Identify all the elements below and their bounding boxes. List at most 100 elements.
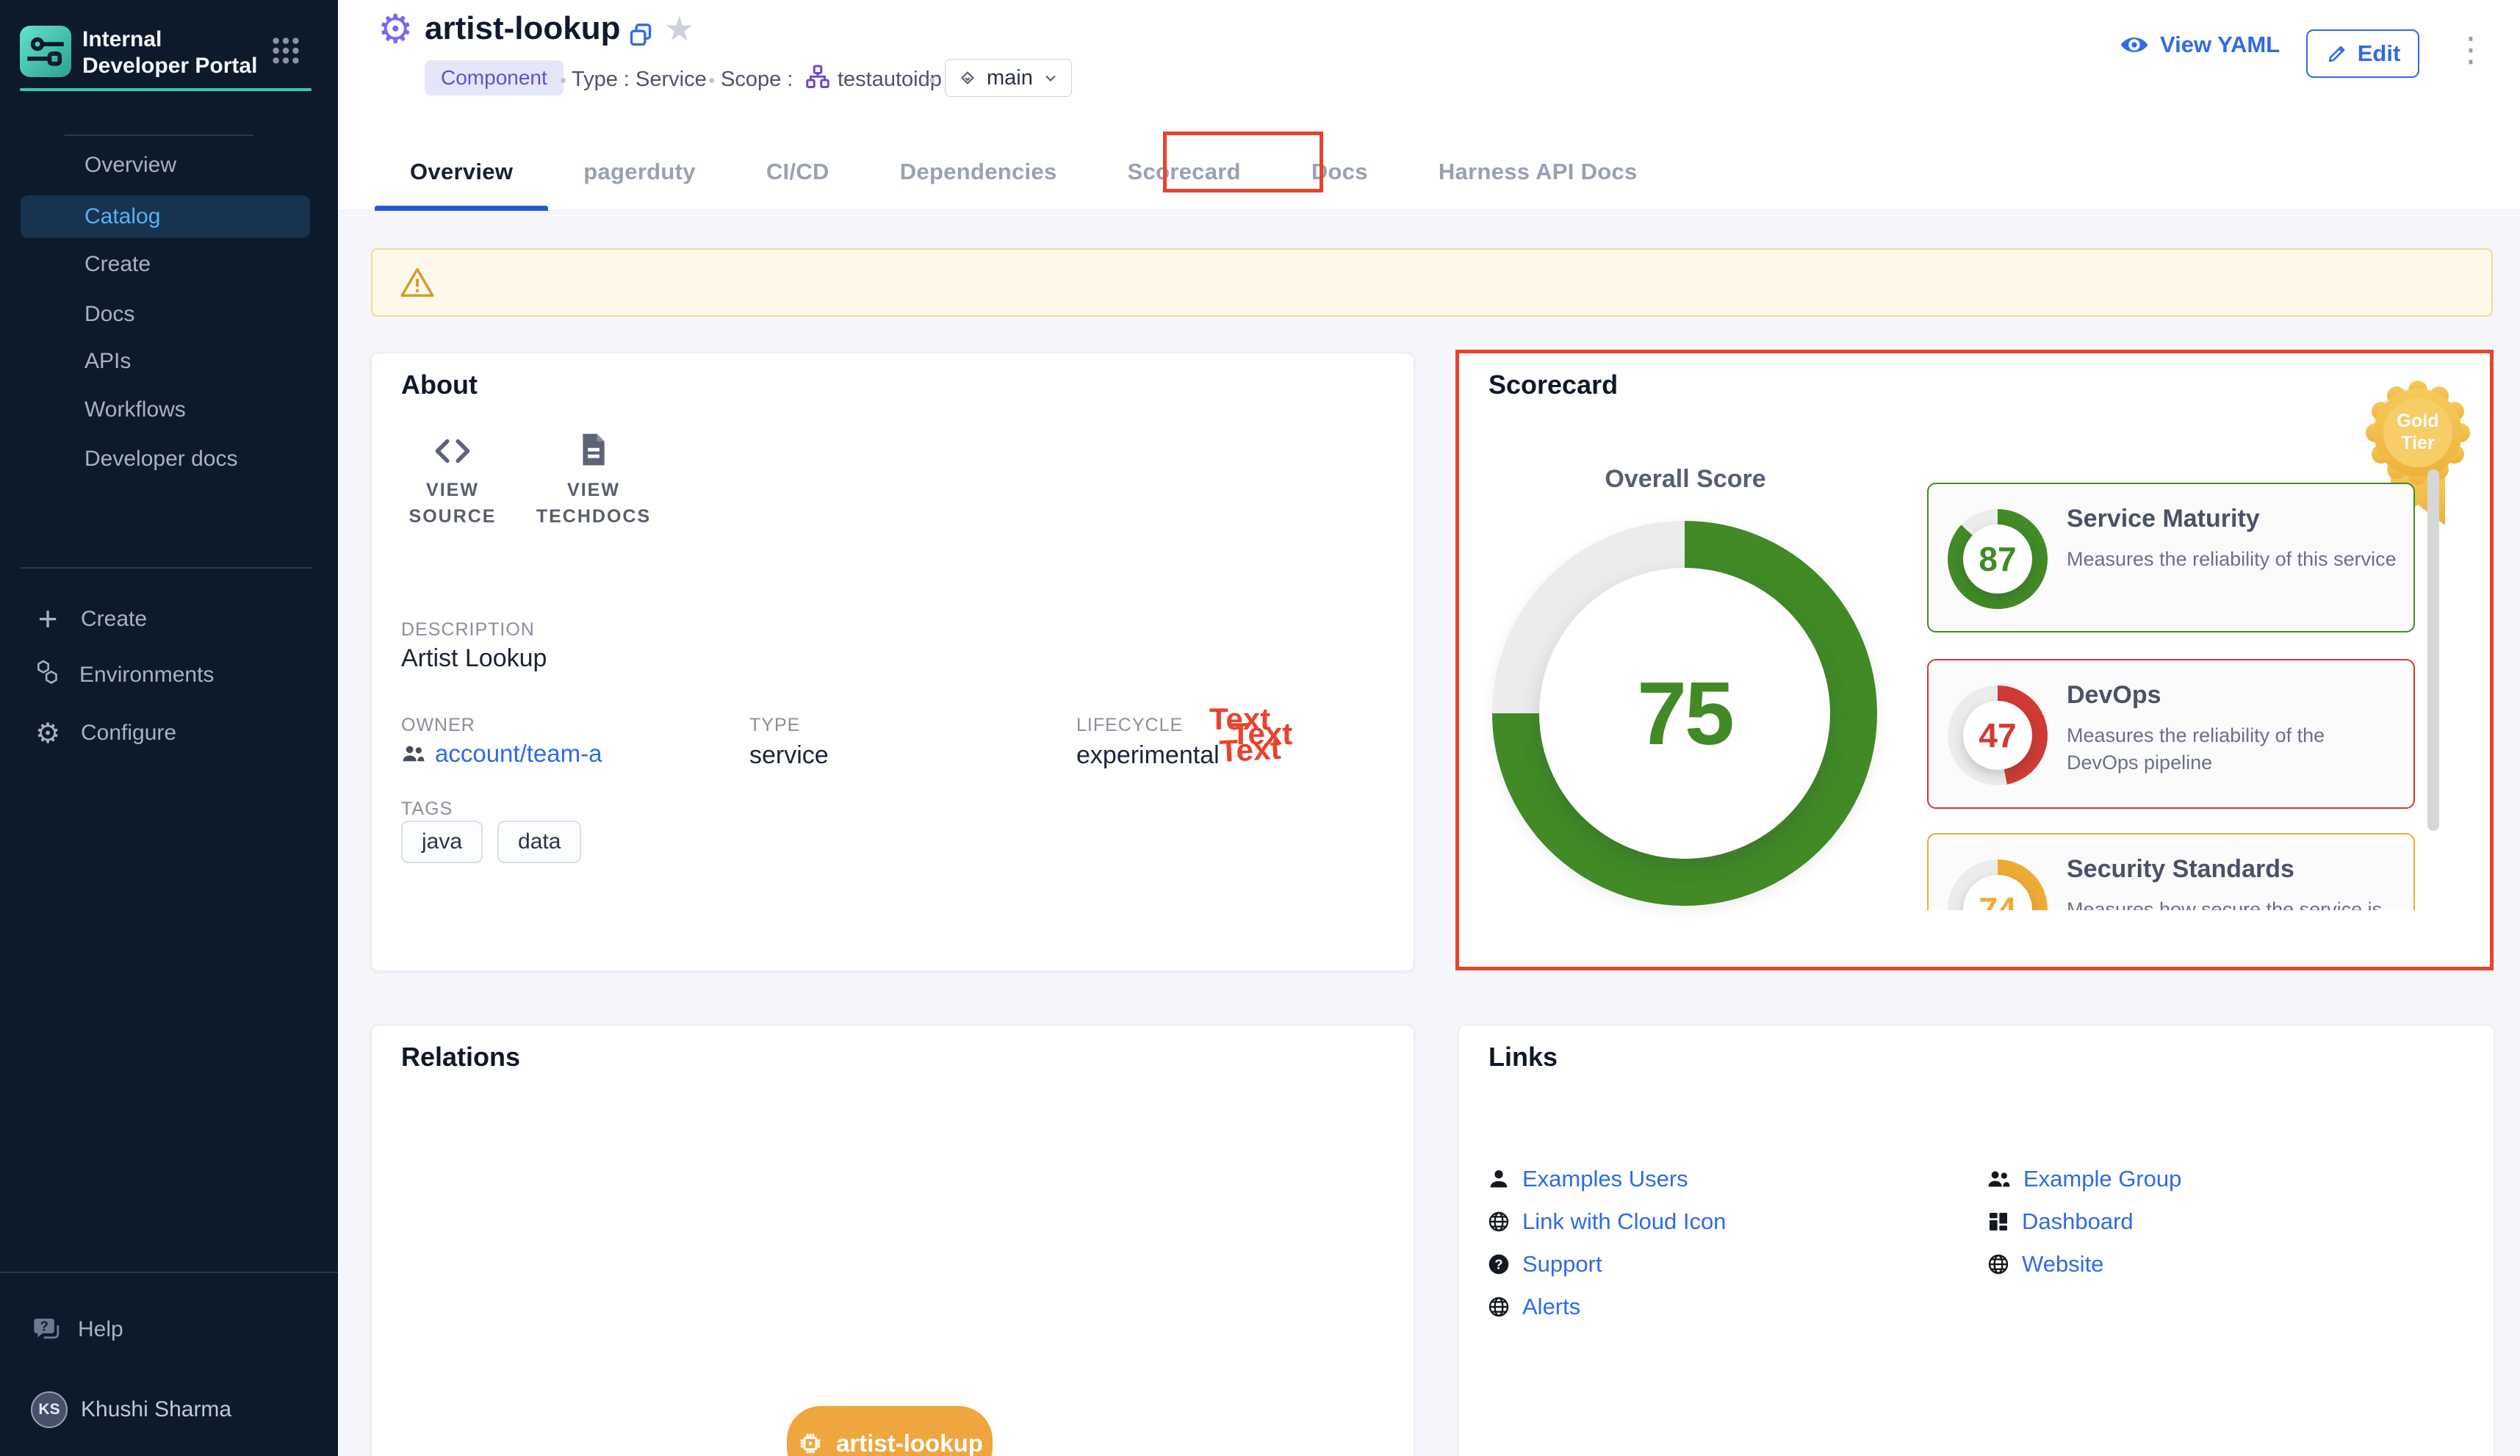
scorecard-tab-annotation-box [1163,131,1323,192]
link-label: Example Group [2023,1166,2181,1192]
warning-triangle-icon [399,264,436,305]
view-techdocs-label-2: TECHDOCS [528,503,660,530]
entity-tabs: OverviewpagerdutyCI/CDDependenciesScorec… [375,132,1673,211]
sidebar-item-label: Create [84,252,151,277]
tab-pagerduty[interactable]: pagerduty [548,132,731,211]
view-source-button[interactable]: VIEW SOURCE [401,430,504,530]
footer-divider [0,1272,338,1273]
link-support[interactable]: ? Support [1487,1247,1726,1281]
tab-harness-api-docs[interactable]: Harness API Docs [1403,132,1673,211]
svg-text:?: ? [1494,1257,1502,1272]
plus-icon: + [32,603,63,636]
links-column-left: Examples Users Link with Cloud Icon? Suppo… [1487,1162,1726,1324]
tags-label: TAGS [401,799,453,820]
metric-gauge-inner: 47 [1963,701,2032,770]
metric-score-value: 74 [1979,890,2016,910]
view-techdocs-button[interactable]: VIEW TECHDOCS [528,430,660,530]
relations-title: Relations [401,1042,520,1073]
sidebar-item-help[interactable]: ? Help [21,1308,310,1352]
link-alerts[interactable]: Alerts [1487,1290,1726,1324]
copy-icon[interactable] [626,21,655,54]
sidebar-item-label: Catalog [84,204,160,229]
owner-link[interactable]: account/team-a [401,740,602,768]
link-label: Support [1522,1251,1602,1277]
metric-gauge-inner: 87 [1963,525,2032,594]
tag-chip-java[interactable]: java [401,821,483,863]
nav-divider [65,134,253,136]
entity-scope-value: testautoidp [838,68,942,92]
app-title: Internal Developer Portal [82,26,259,79]
sidebar-item-label: Workflows [84,397,186,422]
gear-icon: ⚙ [32,717,63,750]
sidebar-item-overview[interactable]: Overview [21,144,310,187]
docs-icon [528,430,660,477]
separator-dot [929,69,935,92]
tab-label: pagerduty [583,159,696,185]
link-example-group[interactable]: Example Group [1987,1162,2181,1196]
relations-card: Relations artist-lookup [371,1025,1414,1456]
link-link-with-cloud-icon[interactable]: Link with Cloud Icon [1487,1205,1726,1239]
help-label: Help [78,1317,123,1342]
scorecard-metric-devops[interactable]: 47DevOpsMeasures the reliability of the … [1927,659,2415,809]
link-website[interactable]: Website [1987,1247,2181,1281]
description-label: DESCRIPTION [401,619,535,641]
branch-selector[interactable]: main [945,59,1072,97]
kebab-menu-icon[interactable]: ⋮ [2454,29,2488,69]
favorite-star-icon[interactable]: ★ [664,9,694,48]
sidebar-item-configure[interactable]: ⚙ Configure [21,710,310,756]
tab-label: Dependencies [900,159,1057,185]
tab-ci-cd[interactable]: CI/CD [731,132,865,211]
entity-gear-icon: ⚙ [378,7,413,51]
circuit-icon [21,27,70,76]
page-title: artist-lookup [425,10,620,47]
sidebar-item-create[interactable]: +Create [21,597,310,642]
entity-scope-label: Scope : [721,68,793,92]
about-title: About [401,370,478,400]
separator-dot [708,69,715,92]
scorecard-scrollbar[interactable] [2427,469,2439,831]
link-examples-users[interactable]: Examples Users [1487,1162,1726,1196]
group-icon [1987,1167,2012,1192]
app-logo-icon[interactable] [20,26,71,77]
sidebar-item-developer-docs[interactable]: Developer docs [21,438,310,480]
sidebar-item-catalog[interactable]: Catalog [21,195,310,238]
owner-value: account/team-a [435,740,602,768]
tag-chip-data[interactable]: data [497,821,581,863]
lifecycle-label: LIFECYCLE [1076,715,1183,736]
tab-dependencies[interactable]: Dependencies [865,132,1092,211]
scope-hierarchy-icon [804,63,832,95]
sidebar-item-label: Overview [84,153,176,178]
sidebar-item-label: Configure [81,721,176,746]
scorecard-metric-list: 87 Service Maturity Measures the reliabili… [1927,483,2418,910]
scorecard-metric-service-maturity[interactable]: 87Service MaturityMeasures the reliabili… [1927,483,2415,633]
sidebar: Internal Developer Portal Overview Catalo… [0,0,338,1456]
metric-description: Measures how secure the service is [2067,896,2399,910]
sidebar-item-create[interactable]: Create [21,243,310,286]
pencil-icon [2325,42,2349,65]
metric-description: Measures the reliability of the DevOps p… [2067,722,2399,776]
view-yaml-button[interactable]: View YAML [2119,29,2280,60]
sidebar-item-label: APIs [84,349,131,374]
view-yaml-label: View YAML [2160,32,2280,58]
tab-overview[interactable]: Overview [375,132,548,211]
sidebar-item-apis[interactable]: APIs [21,340,310,383]
scorecard-metric-security-standards[interactable]: 74Security StandardsMeasures how secure … [1927,833,2415,910]
type-value: service [749,741,829,770]
metric-name: Service Maturity [2067,505,2260,533]
apps-grid-icon[interactable] [269,34,303,68]
sidebar-item-docs[interactable]: Docs [21,293,310,336]
tab-label: Harness API Docs [1439,159,1638,185]
link-label: Alerts [1522,1294,1580,1320]
sidebar-item-workflows[interactable]: Workflows [21,389,310,431]
relations-entity-node[interactable]: artist-lookup [787,1406,993,1456]
overall-score-gauge: 75 [1492,521,1877,906]
overall-score-label: Overall Score [1538,465,1832,494]
dashboard-icon [1987,1210,2010,1233]
metric-gauge-inner: 74 [1963,875,2032,910]
links-card: Links Examples UsersLink with Cloud Icon… [1458,1025,2494,1456]
user-menu[interactable]: KS Khushi Sharma [21,1387,329,1432]
link-dashboard[interactable]: Dashboard [1987,1205,2181,1239]
edit-button[interactable]: Edit [2306,29,2419,78]
sidebar-item-environments[interactable]: Environments [21,652,310,698]
overlay-text: Text [1219,731,1282,769]
